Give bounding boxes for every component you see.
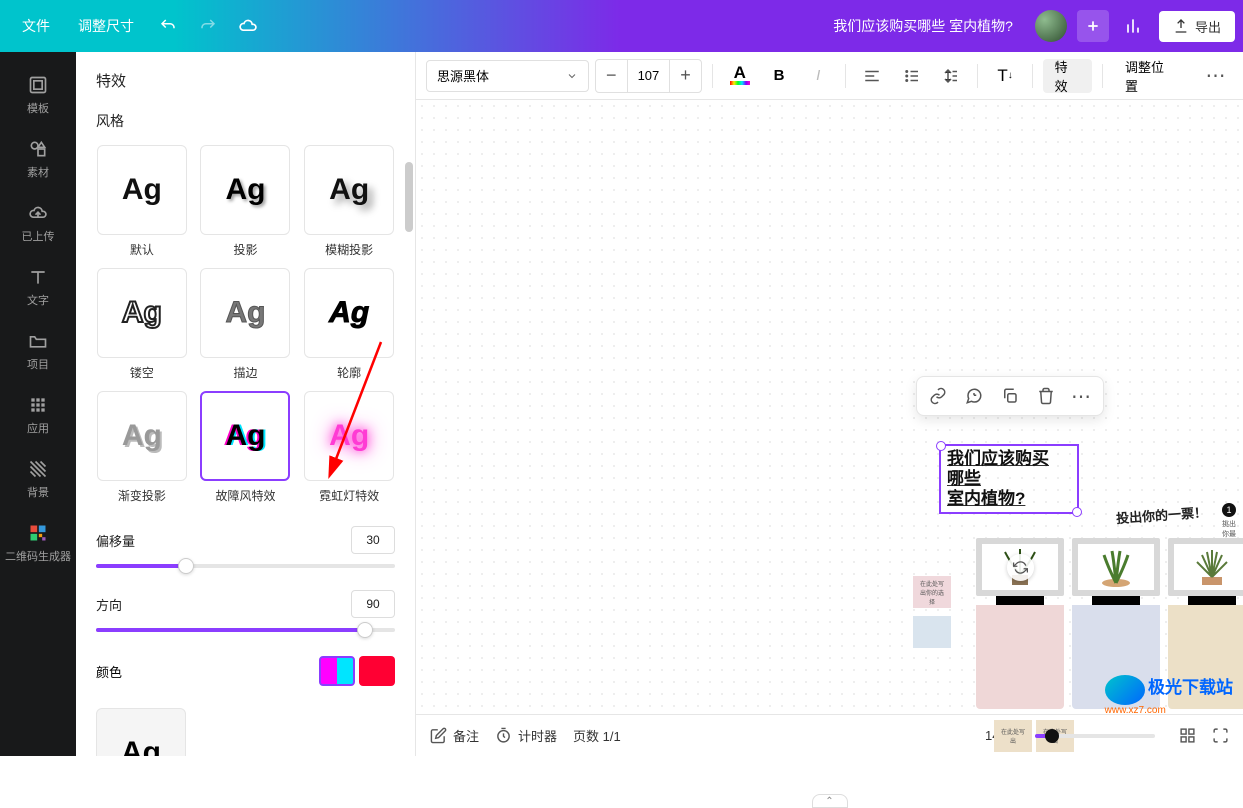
pages-indicator[interactable]: 页数 1/1 bbox=[573, 726, 621, 745]
app-header: 文件 调整尺寸 我们应该购买哪些 室内植物? 导出 bbox=[0, 0, 1243, 52]
chevron-down-icon bbox=[566, 70, 578, 82]
panel-title: 特效 bbox=[76, 52, 415, 105]
rail-templates[interactable]: 模板 bbox=[0, 64, 76, 128]
selection-toolbar: ⋯ bbox=[916, 376, 1104, 416]
templates-icon bbox=[27, 74, 49, 96]
panel-scrollbar[interactable] bbox=[405, 162, 413, 362]
link-icon[interactable] bbox=[925, 383, 951, 409]
cloud-sync-icon[interactable] bbox=[232, 10, 264, 42]
sticky-note[interactable]: 在此处写出你的选择 bbox=[913, 576, 951, 608]
style-section-label: 风格 bbox=[96, 111, 395, 131]
rail-elements[interactable]: 素材 bbox=[0, 128, 76, 192]
align-button[interactable] bbox=[856, 59, 889, 93]
font-size-value[interactable]: 107 bbox=[627, 60, 670, 92]
position-button[interactable]: 调整位置 bbox=[1113, 59, 1188, 93]
canvas[interactable]: ⋯ 我们应该购买 哪些 室内植物? 投出你的一票！ 1挑出你最喜欢的植物 ★ 2… bbox=[416, 100, 1243, 714]
delete-icon[interactable] bbox=[1033, 383, 1059, 409]
undo-icon[interactable] bbox=[152, 10, 184, 42]
left-rail: 模板 素材 已上传 文字 项目 应用 背景 二维码生成器 bbox=[0, 52, 76, 756]
toolbar-more-icon[interactable]: ⋯ bbox=[1200, 59, 1233, 93]
effect-tile-8[interactable]: Ag霓虹灯特效 bbox=[303, 391, 395, 504]
watermark-logo-icon bbox=[1105, 675, 1145, 705]
font-family-select[interactable]: 思源黑体 bbox=[426, 60, 589, 92]
effects-button[interactable]: 特效 bbox=[1043, 59, 1092, 93]
sticky-note[interactable] bbox=[913, 616, 951, 648]
effect-tile-3[interactable]: Ag镂空 bbox=[96, 268, 188, 381]
rail-uploads[interactable]: 已上传 bbox=[0, 192, 76, 256]
spacing-button[interactable] bbox=[934, 59, 967, 93]
rail-background[interactable]: 背景 bbox=[0, 448, 76, 512]
offset-value[interactable]: 30 bbox=[351, 526, 395, 554]
font-size-increase[interactable]: + bbox=[670, 60, 701, 92]
text-toolbar: 思源黑体 − 107 + A B I T↓ 特效 调整位置 ⋯ bbox=[416, 52, 1243, 100]
refresh-icon[interactable] bbox=[1007, 554, 1034, 581]
rail-projects[interactable]: 项目 bbox=[0, 320, 76, 384]
font-size-decrease[interactable]: − bbox=[596, 60, 627, 92]
card-0[interactable] bbox=[976, 538, 1064, 709]
resize-menu[interactable]: 调整尺寸 bbox=[64, 8, 148, 44]
font-size-group: − 107 + bbox=[595, 59, 703, 93]
effect-tile-6[interactable]: Ag渐变投影 bbox=[96, 391, 188, 504]
selected-text-element[interactable]: 我们应该购买 哪些 室内植物? bbox=[939, 444, 1079, 514]
more-icon[interactable]: ⋯ bbox=[1069, 383, 1095, 409]
document-title[interactable]: 我们应该购买哪些 室内植物? bbox=[268, 16, 1029, 36]
sticky-note[interactable]: 在此处写出 bbox=[994, 720, 1032, 752]
effect-tile-5[interactable]: Ag轮廓 bbox=[303, 268, 395, 381]
bold-button[interactable]: B bbox=[762, 59, 795, 93]
user-avatar[interactable] bbox=[1035, 10, 1067, 42]
rail-text[interactable]: 文字 bbox=[0, 256, 76, 320]
direction-slider[interactable] bbox=[96, 628, 395, 632]
font-color-button[interactable]: A bbox=[723, 59, 756, 93]
vertical-text-button[interactable]: T↓ bbox=[988, 59, 1021, 93]
rail-qrcode[interactable]: 二维码生成器 bbox=[0, 512, 76, 576]
uploads-icon bbox=[27, 202, 49, 224]
notes-button[interactable]: 备注 bbox=[430, 726, 479, 745]
effect-tile-1[interactable]: Ag投影 bbox=[200, 145, 292, 258]
share-plus-button[interactable] bbox=[1077, 10, 1109, 42]
watermark: 极光下载站 www.xz7.com bbox=[1105, 673, 1233, 716]
effect-tile-7[interactable]: Ag故障风特效 bbox=[200, 391, 292, 504]
effect-tile-2[interactable]: Ag模糊投影 bbox=[303, 145, 395, 258]
list-button[interactable] bbox=[895, 59, 928, 93]
effect-tile-4[interactable]: Ag描边 bbox=[200, 268, 292, 381]
projects-icon bbox=[27, 330, 49, 352]
offset-slider[interactable] bbox=[96, 564, 395, 568]
qrcode-icon bbox=[27, 522, 49, 544]
comment-icon[interactable] bbox=[961, 383, 987, 409]
text-icon bbox=[27, 266, 49, 288]
analytics-icon[interactable] bbox=[1117, 10, 1149, 42]
effects-panel: 特效 风格 Ag默认Ag投影Ag模糊投影Ag镂空Ag描边Ag轮廓Ag渐变投影Ag… bbox=[76, 52, 416, 756]
file-menu[interactable]: 文件 bbox=[8, 8, 64, 44]
effect-tile-0[interactable]: Ag默认 bbox=[96, 145, 188, 258]
redo-icon[interactable] bbox=[192, 10, 224, 42]
color-swatch-2[interactable] bbox=[359, 656, 395, 686]
export-label: 导出 bbox=[1195, 17, 1221, 36]
color-swatch-1[interactable] bbox=[319, 656, 355, 686]
shape-effect-tile[interactable]: Ag bbox=[96, 708, 186, 756]
vote-label: 投出你的一票！ bbox=[1115, 502, 1207, 527]
direction-value[interactable]: 90 bbox=[351, 590, 395, 618]
canvas-area: 思源黑体 − 107 + A B I T↓ 特效 调整位置 ⋯ bbox=[416, 52, 1243, 756]
italic-button[interactable]: I bbox=[802, 59, 835, 93]
offset-label: 偏移量 bbox=[96, 531, 135, 550]
color-label: 颜色 bbox=[96, 662, 122, 681]
grid-view-icon[interactable] bbox=[1179, 727, 1196, 744]
export-button[interactable]: 导出 bbox=[1159, 11, 1235, 42]
fullscreen-icon[interactable] bbox=[1212, 727, 1229, 744]
page-handle[interactable]: ⌃ bbox=[812, 794, 848, 808]
rail-apps[interactable]: 应用 bbox=[0, 384, 76, 448]
background-icon bbox=[27, 458, 49, 480]
apps-icon bbox=[27, 394, 49, 416]
direction-label: 方向 bbox=[96, 595, 122, 614]
timer-button[interactable]: 计时器 bbox=[495, 726, 557, 745]
elements-icon bbox=[27, 138, 49, 160]
footer-bar: 备注 计时器 页数 1/1 14% bbox=[416, 714, 1243, 756]
zoom-slider[interactable] bbox=[1035, 734, 1155, 738]
duplicate-icon[interactable] bbox=[997, 383, 1023, 409]
